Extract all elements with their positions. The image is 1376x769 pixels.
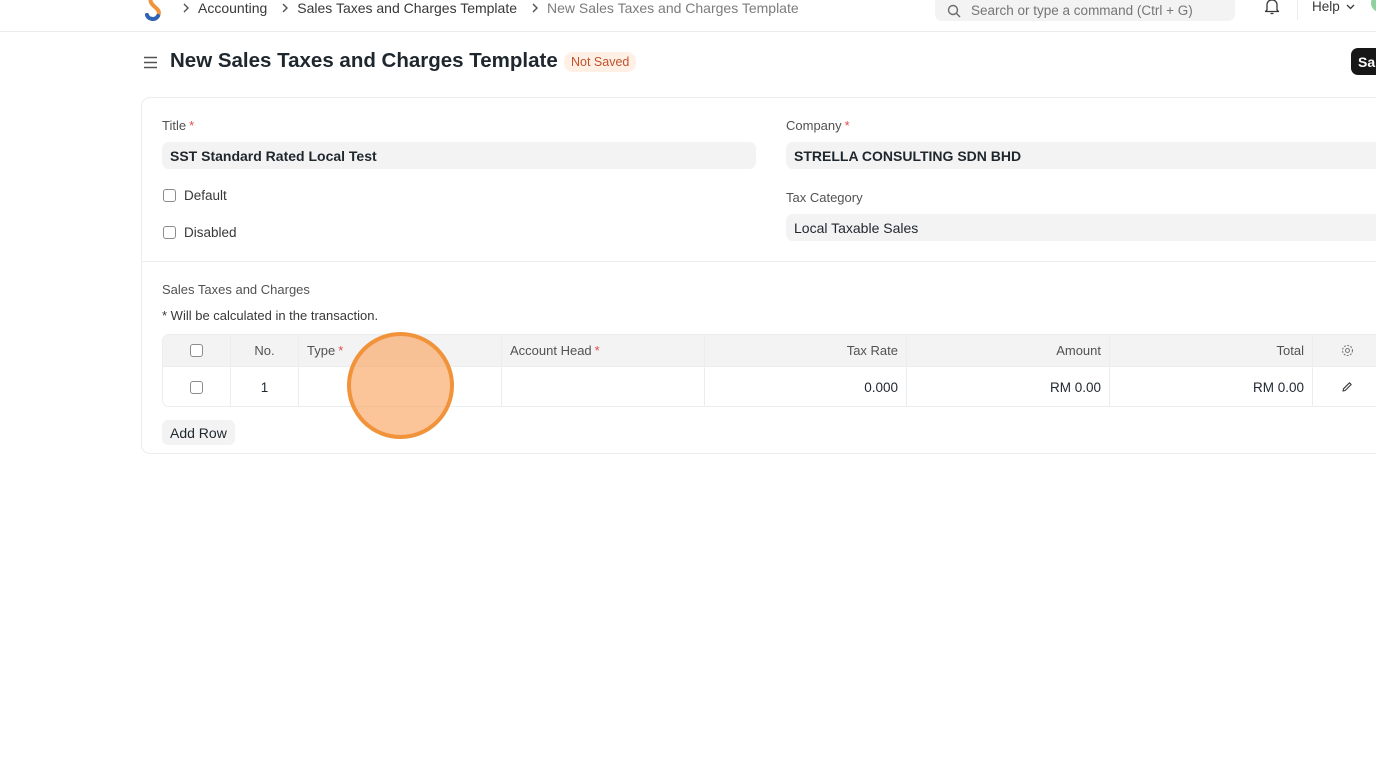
table-header: No. Type * Account Head * Tax Rate Amount … <box>163 335 1376 367</box>
status-badge: Not Saved <box>564 52 637 72</box>
company-label: Company * <box>786 118 850 133</box>
gear-icon[interactable] <box>1341 344 1354 357</box>
row-no: 1 <box>231 367 299 406</box>
column-header-tax-rate: Tax Rate <box>705 335 907 366</box>
search-icon <box>947 4 961 17</box>
taxes-section-label: Sales Taxes and Charges <box>162 282 310 297</box>
tax-category-label: Tax Category <box>786 190 863 205</box>
row-amount-cell[interactable]: RM 0.00 <box>907 367 1110 406</box>
disabled-checkbox-row[interactable]: Disabled <box>163 225 237 240</box>
form-card: Title * SST Standard Rated Local Test Def… <box>141 97 1376 454</box>
row-select-cell <box>163 367 231 406</box>
default-label: Default <box>184 188 227 203</box>
column-header-total: Total <box>1110 335 1313 366</box>
click-indicator <box>347 332 454 439</box>
app-logo-icon[interactable] <box>144 0 166 22</box>
row-edit-cell[interactable] <box>1313 367 1376 406</box>
select-all-checkbox[interactable] <box>190 344 203 357</box>
top-navbar: Accounting Sales Taxes and Charges Templ… <box>0 0 1376 32</box>
chevron-right-icon <box>182 3 190 13</box>
column-header-account-head: Account Head * <box>502 335 705 366</box>
row-account-head-cell[interactable] <box>502 367 705 406</box>
pencil-icon[interactable] <box>1341 381 1353 393</box>
help-dropdown[interactable]: Help <box>1312 0 1355 14</box>
bell-icon[interactable] <box>1264 0 1280 15</box>
chevron-down-icon <box>1346 4 1355 9</box>
disabled-label: Disabled <box>184 225 237 240</box>
save-button[interactable]: Sa <box>1351 48 1376 75</box>
breadcrumb-accounting[interactable]: Accounting <box>198 0 267 16</box>
chevron-right-icon <box>531 3 539 13</box>
company-field[interactable]: STRELLA CONSULTING SDN BHD <box>786 142 1376 169</box>
navbar-divider <box>1297 0 1298 20</box>
row-tax-rate-cell[interactable]: 0.000 <box>705 367 907 406</box>
disabled-checkbox[interactable] <box>163 226 176 239</box>
breadcrumb-template-list[interactable]: Sales Taxes and Charges Template <box>297 0 517 16</box>
column-header-amount: Amount <box>907 335 1110 366</box>
column-header-no: No. <box>231 335 299 366</box>
tax-category-field[interactable]: Local Taxable Sales <box>786 214 1376 241</box>
search-bar[interactable] <box>935 0 1235 21</box>
column-settings-cell[interactable] <box>1313 335 1376 366</box>
row-total-cell[interactable]: RM 0.00 <box>1110 367 1313 406</box>
avatar[interactable] <box>1371 0 1376 12</box>
taxes-table: No. Type * Account Head * Tax Rate Amount … <box>162 334 1376 407</box>
hamburger-menu-icon[interactable] <box>142 54 159 71</box>
page-title: New Sales Taxes and Charges Template <box>170 49 558 72</box>
breadcrumb-current: New Sales Taxes and Charges Template <box>547 0 799 16</box>
section-divider <box>142 261 1376 262</box>
table-row[interactable]: 1 0.000 RM 0.00 RM 0.00 <box>163 367 1376 406</box>
title-field[interactable]: SST Standard Rated Local Test <box>162 142 756 169</box>
add-row-button[interactable]: Add Row <box>162 420 235 445</box>
default-checkbox-row[interactable]: Default <box>163 188 227 203</box>
taxes-section-note: * Will be calculated in the transaction. <box>162 308 379 323</box>
breadcrumb: Accounting Sales Taxes and Charges Templ… <box>182 0 813 17</box>
title-label: Title * <box>162 118 195 133</box>
search-input[interactable] <box>971 3 1221 18</box>
select-all-cell <box>163 335 231 366</box>
row-checkbox[interactable] <box>190 380 203 394</box>
help-label: Help <box>1312 0 1340 14</box>
default-checkbox[interactable] <box>163 189 176 202</box>
chevron-right-icon <box>281 3 289 13</box>
